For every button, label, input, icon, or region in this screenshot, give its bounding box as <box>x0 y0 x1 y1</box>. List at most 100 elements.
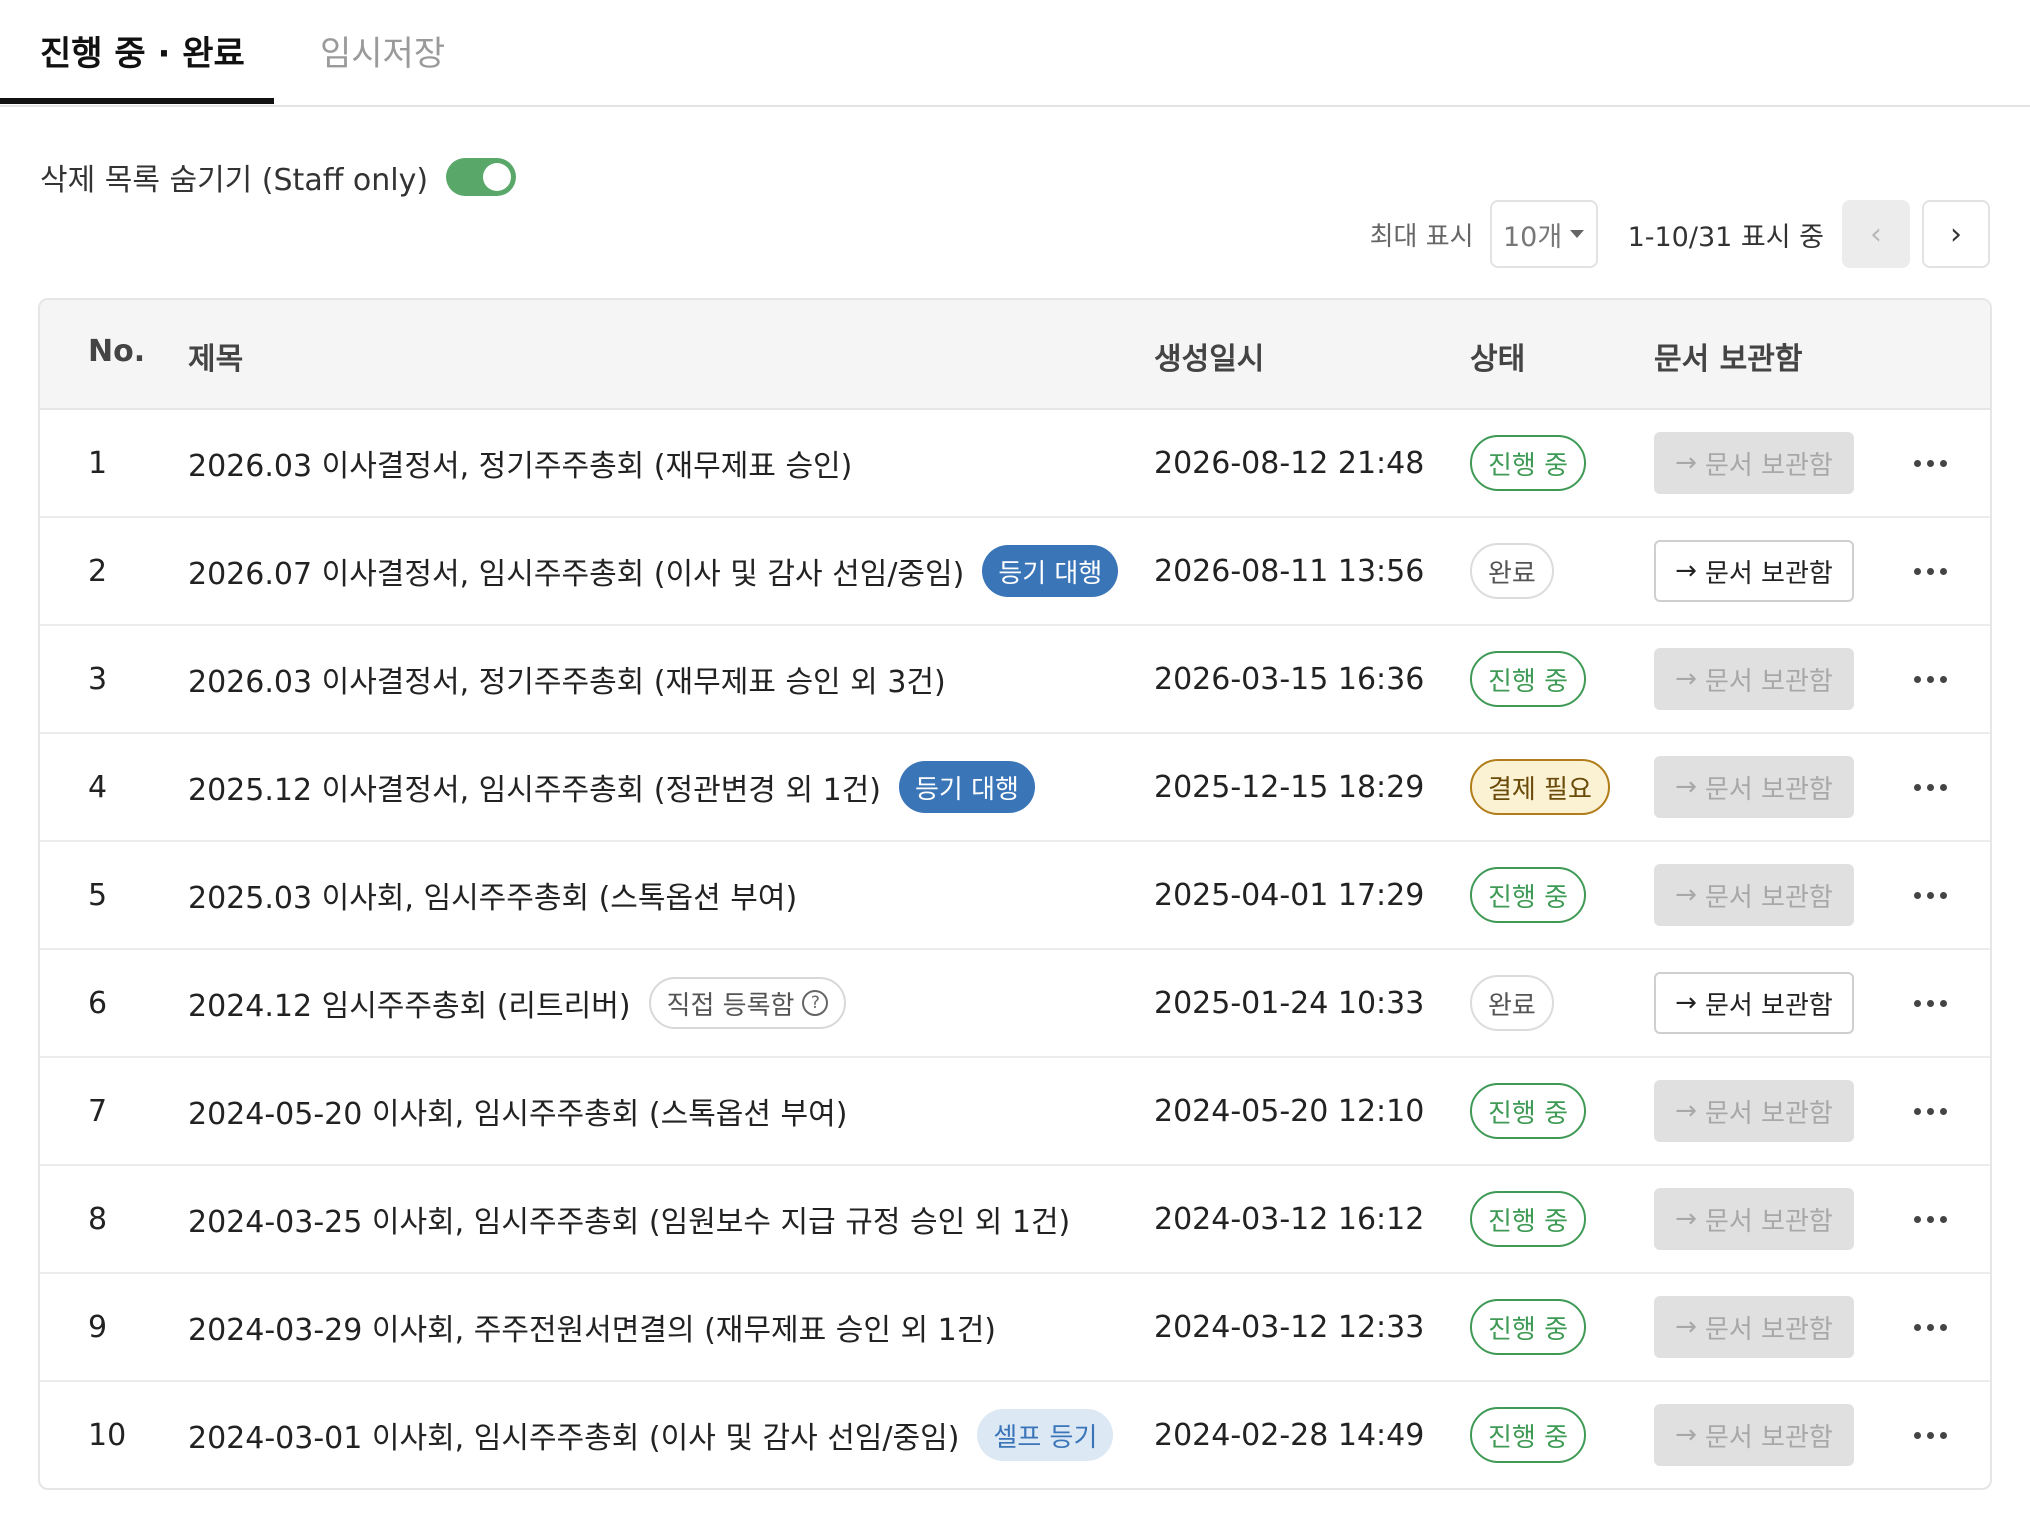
vault-button-label: 문서 보관함 <box>1704 558 1833 589</box>
arrow-right-icon: → <box>1675 1312 1697 1342</box>
more-horizontal-icon[interactable] <box>1906 884 1955 907</box>
active-tab-indicator <box>0 98 274 104</box>
dot <box>1927 675 1934 683</box>
dot <box>1927 567 1934 575</box>
table-row[interactable]: 5 2025.03 이사회, 임시주주총회 (스톡옵션 부여) 2025-04-01… <box>40 842 1990 950</box>
row-title[interactable]: 2024-03-29 이사회, 주주전원서면결의 (재무제표 승인 외 1건) <box>188 1305 996 1349</box>
row-created: 2024-03-12 12:33 <box>1154 1309 1425 1345</box>
open-vault-button[interactable]: → 문서 보관함 <box>1654 432 1854 494</box>
vault-button-label: 문서 보관함 <box>1704 450 1833 481</box>
row-title[interactable]: 2024-03-25 이사회, 임시주주총회 (임원보수 지급 규정 승인 외 … <box>188 1197 1070 1241</box>
row-title[interactable]: 2024-05-20 이사회, 임시주주총회 (스톡옵션 부여) <box>188 1089 847 1133</box>
row-vault-cell: → 문서 보관함 <box>1654 1382 1854 1488</box>
tab-in-progress-done[interactable]: 진행 중 · 완료 <box>40 26 245 75</box>
range-text: 1-10/31 표시 중 <box>1627 221 1824 253</box>
more-horizontal-icon[interactable] <box>1906 668 1955 691</box>
open-vault-button[interactable]: → 문서 보관함 <box>1654 972 1854 1034</box>
more-horizontal-icon[interactable] <box>1906 452 1955 475</box>
help-icon[interactable]: ? <box>802 990 829 1016</box>
row-number: 1 <box>88 445 108 481</box>
open-vault-button[interactable]: → 문서 보관함 <box>1654 756 1854 818</box>
header-no: No. <box>88 334 146 369</box>
more-horizontal-icon[interactable] <box>1906 992 1955 1015</box>
row-title[interactable]: 2026.03 이사결정서, 정기주주총회 (재무제표 승인) <box>188 441 852 485</box>
header-status: 상태 <box>1470 342 1526 377</box>
more-horizontal-icon[interactable] <box>1906 1424 1955 1447</box>
prev-page-button[interactable]: ‹ <box>1842 200 1910 268</box>
status-badge: 진행 중 <box>1470 651 1587 707</box>
page-size-select[interactable]: 10개 <box>1489 200 1598 268</box>
row-more-cell <box>1906 1166 1955 1272</box>
table-row[interactable]: 2 2026.07 이사결정서, 임시주주총회 (이사 및 감사 선임/중임) 등기… <box>40 518 1990 626</box>
open-vault-button[interactable]: → 문서 보관함 <box>1654 1188 1854 1250</box>
row-status-cell: 진행 중 <box>1470 1382 1587 1488</box>
row-created: 2026-08-11 13:56 <box>1154 553 1425 589</box>
row-tag: 셀프 등기 <box>977 1409 1114 1461</box>
open-vault-button[interactable]: → 문서 보관함 <box>1654 864 1854 926</box>
row-title[interactable]: 2024-03-01 이사회, 임시주주총회 (이사 및 감사 선임/중임) <box>188 1413 959 1457</box>
vault-button-label: 문서 보관함 <box>1704 1098 1833 1129</box>
row-tag: 등기 대행 <box>898 761 1035 813</box>
status-badge: 진행 중 <box>1470 867 1587 923</box>
arrow-right-icon: → <box>1675 1204 1697 1234</box>
more-horizontal-icon[interactable] <box>1906 560 1955 583</box>
row-title[interactable]: 2025.12 이사결정서, 임시주주총회 (정관변경 외 1건) <box>188 765 881 809</box>
open-vault-button[interactable]: → 문서 보관함 <box>1654 1404 1854 1466</box>
row-tag-label: 셀프 등기 <box>993 1422 1098 1453</box>
row-title[interactable]: 2025.03 이사회, 임시주주총회 (스톡옵션 부여) <box>188 873 797 917</box>
tab-drafts[interactable]: 임시저장 <box>320 26 445 75</box>
dot <box>1927 999 1934 1007</box>
more-horizontal-icon[interactable] <box>1906 1316 1955 1339</box>
row-title-cell: 2026.07 이사결정서, 임시주주총회 (이사 및 감사 선임/중임) 등기 … <box>188 518 1119 624</box>
row-number: 7 <box>88 1093 108 1129</box>
row-vault-cell: → 문서 보관함 <box>1654 1166 1854 1272</box>
tab-bar: 진행 중 · 완료 임시저장 <box>0 0 2030 107</box>
row-number: 10 <box>88 1417 127 1453</box>
next-page-button[interactable]: › <box>1922 200 1990 268</box>
row-created: 2026-08-12 21:48 <box>1154 445 1425 481</box>
row-number: 4 <box>88 769 108 805</box>
table-row[interactable]: 6 2024.12 임시주주총회 (리트리버) 직접 등록함? 2025-01-24 … <box>40 950 1990 1058</box>
dot <box>1927 783 1934 791</box>
table-row[interactable]: 7 2024-05-20 이사회, 임시주주총회 (스톡옵션 부여) 2024-05… <box>40 1058 1990 1166</box>
table-row[interactable]: 8 2024-03-25 이사회, 임시주주총회 (임원보수 지급 규정 승인 외… <box>40 1166 1990 1274</box>
row-number: 6 <box>88 985 108 1021</box>
more-horizontal-icon[interactable] <box>1906 776 1955 799</box>
open-vault-button[interactable]: → 문서 보관함 <box>1654 648 1854 710</box>
row-created: 2025-04-01 17:29 <box>1154 877 1425 913</box>
row-more-cell <box>1906 842 1955 948</box>
dot <box>1940 459 1947 467</box>
open-vault-button[interactable]: → 문서 보관함 <box>1654 1080 1854 1142</box>
row-title[interactable]: 2026.07 이사결정서, 임시주주총회 (이사 및 감사 선임/중임) <box>188 549 964 593</box>
open-vault-button[interactable]: → 문서 보관함 <box>1654 540 1854 602</box>
row-number: 3 <box>88 661 108 697</box>
row-title[interactable]: 2024.12 임시주주총회 (리트리버) <box>188 981 631 1025</box>
more-horizontal-icon[interactable] <box>1906 1208 1955 1231</box>
table-row[interactable]: 9 2024-03-29 이사회, 주주전원서면결의 (재무제표 승인 외 1건)… <box>40 1274 1990 1382</box>
dot <box>1914 1215 1921 1223</box>
table-row[interactable]: 4 2025.12 이사결정서, 임시주주총회 (정관변경 외 1건) 등기 대행 2… <box>40 734 1990 842</box>
dot <box>1914 783 1921 791</box>
row-title[interactable]: 2026.03 이사결정서, 정기주주총회 (재무제표 승인 외 3건) <box>188 657 946 701</box>
hide-deleted-toggle[interactable] <box>446 158 517 196</box>
caret-down-icon <box>1570 230 1585 238</box>
row-vault-cell: → 문서 보관함 <box>1654 950 1854 1056</box>
hide-deleted-label: 삭제 목록 숨기기 (Staff only) <box>40 163 429 198</box>
table-row[interactable]: 10 2024-03-01 이사회, 임시주주총회 (이사 및 감사 선임/중임)… <box>40 1382 1990 1488</box>
vault-button-label: 문서 보관함 <box>1704 882 1833 913</box>
row-tag-label: 등기 대행 <box>998 558 1103 589</box>
table-row[interactable]: 1 2026.03 이사결정서, 정기주주총회 (재무제표 승인) 2026-08-… <box>40 410 1990 518</box>
more-horizontal-icon[interactable] <box>1906 1100 1955 1123</box>
row-vault-cell: → 문서 보관함 <box>1654 1274 1854 1380</box>
row-status-cell: 완료 <box>1470 950 1554 1056</box>
table-row[interactable]: 3 2026.03 이사결정서, 정기주주총회 (재무제표 승인 외 3건) 202… <box>40 626 1990 734</box>
row-status-cell: 진행 중 <box>1470 1058 1587 1164</box>
row-status-cell: 진행 중 <box>1470 842 1587 948</box>
row-status-cell: 진행 중 <box>1470 1274 1587 1380</box>
status-badge: 진행 중 <box>1470 1191 1587 1247</box>
status-badge: 진행 중 <box>1470 1299 1587 1355</box>
dot <box>1914 459 1921 467</box>
hide-deleted-row: 삭제 목록 숨기기 (Staff only) <box>40 155 517 199</box>
dot <box>1940 891 1947 899</box>
open-vault-button[interactable]: → 문서 보관함 <box>1654 1296 1854 1358</box>
